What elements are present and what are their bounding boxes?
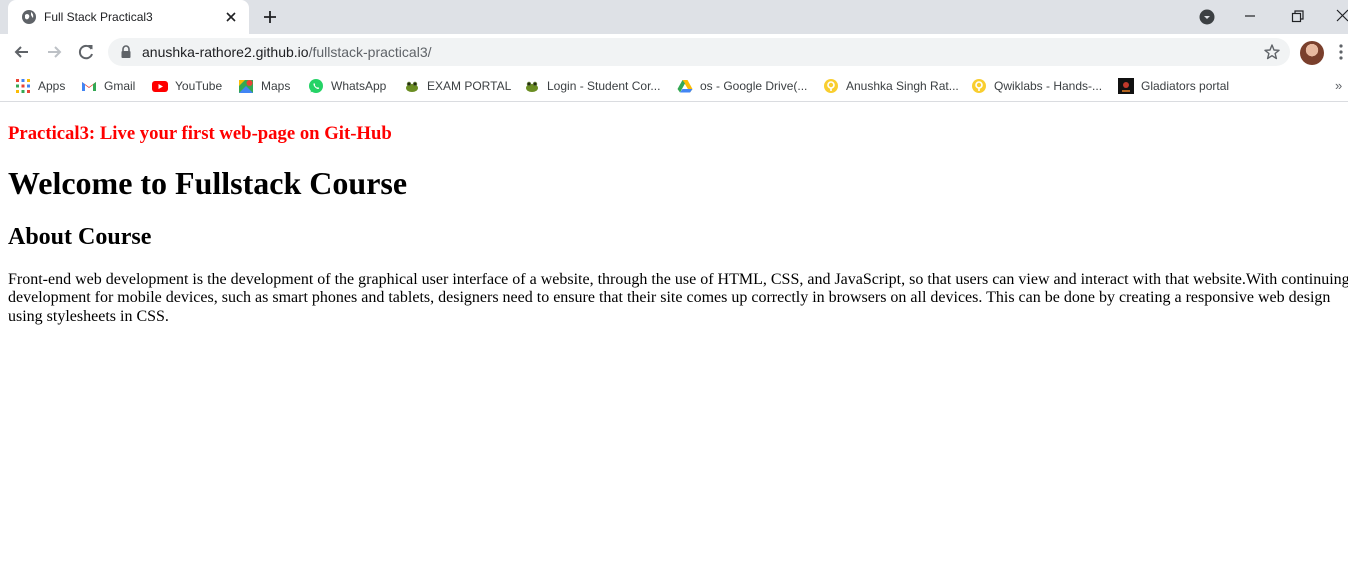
- google-drive-icon: [677, 80, 693, 93]
- bookmark-star-icon[interactable]: [1263, 43, 1281, 61]
- kebab-menu-icon[interactable]: [1338, 44, 1344, 60]
- minimize-icon[interactable]: [1238, 5, 1262, 27]
- url-text[interactable]: anushka-rathore2.github.io/fullstack-pra…: [142, 44, 432, 60]
- bookmark-google-drive[interactable]: os - Google Drive(...: [677, 76, 807, 96]
- bookmark-label: Anushka Singh Rat...: [846, 79, 959, 93]
- qwiklabs-icon: [824, 79, 838, 93]
- url-path: /fullstack-practical3/: [308, 44, 432, 60]
- address-bar[interactable]: anushka-rathore2.github.io/fullstack-pra…: [108, 38, 1290, 66]
- bookmark-label: EXAM PORTAL: [427, 79, 512, 93]
- course-description: Front-end web development is the develop…: [8, 271, 1348, 325]
- maps-icon: [239, 80, 253, 93]
- bookmark-gladiators[interactable]: Gladiators portal: [1118, 76, 1229, 96]
- url-host: anushka-rathore2.github.io: [142, 44, 309, 60]
- back-arrow-icon[interactable]: [12, 42, 32, 62]
- new-tab-plus-icon[interactable]: [261, 8, 279, 26]
- close-icon[interactable]: [223, 9, 239, 25]
- bookmarks-bar: Apps Gmail YouTube Maps WhatsApp EXAM PO…: [0, 70, 1348, 102]
- bookmark-login-student[interactable]: Login - Student Cor...: [524, 76, 660, 96]
- reload-icon[interactable]: [76, 42, 96, 62]
- bookmark-apps[interactable]: Apps: [15, 76, 65, 96]
- frog-icon: [526, 81, 538, 92]
- bookmark-label: WhatsApp: [331, 79, 387, 93]
- apps-grid-icon: [16, 79, 30, 93]
- whatsapp-icon: [309, 79, 323, 93]
- tab-title: Full Stack Practical3: [44, 10, 153, 24]
- profile-avatar[interactable]: [1300, 41, 1324, 65]
- bookmark-gmail[interactable]: Gmail: [81, 76, 135, 96]
- qwiklabs-icon: [972, 79, 986, 93]
- gmail-icon: [82, 82, 96, 91]
- bookmark-label: Qwiklabs - Hands-...: [994, 79, 1103, 93]
- browser-tab[interactable]: Full Stack Practical3: [8, 0, 249, 34]
- bookmark-label: Apps: [38, 79, 66, 93]
- browser-toolbar: anushka-rathore2.github.io/fullstack-pra…: [0, 34, 1348, 70]
- tab-strip: Full Stack Practical3: [0, 0, 1348, 34]
- bookmark-label: os - Google Drive(...: [700, 79, 808, 93]
- frog-icon: [406, 81, 418, 92]
- youtube-icon: [152, 81, 168, 92]
- bookmark-label: YouTube: [175, 79, 223, 93]
- bookmark-anushka-singh[interactable]: Anushka Singh Rat...: [823, 76, 959, 96]
- bookmark-label: Gmail: [104, 79, 136, 93]
- bookmark-youtube[interactable]: YouTube: [152, 76, 222, 96]
- window-close-icon[interactable]: [1330, 5, 1348, 27]
- tab-search-icon[interactable]: [1199, 9, 1215, 25]
- bookmark-maps[interactable]: Maps: [238, 76, 290, 96]
- lock-icon[interactable]: [120, 45, 132, 59]
- forward-arrow-icon[interactable]: [44, 42, 64, 62]
- about-heading: About Course: [8, 224, 152, 250]
- bookmark-label: Maps: [261, 79, 291, 93]
- main-heading: Welcome to Fullstack Course: [8, 165, 408, 201]
- restore-icon[interactable]: [1285, 5, 1309, 27]
- bookmark-label: Gladiators portal: [1141, 79, 1230, 93]
- bookmark-exam-portal[interactable]: EXAM PORTAL: [404, 76, 511, 96]
- bookmark-qwiklabs[interactable]: Qwiklabs - Hands-...: [971, 76, 1102, 96]
- gladiators-icon: [1118, 78, 1134, 94]
- bookmark-label: Login - Student Cor...: [547, 79, 661, 93]
- practical-heading: Practical3: Live your first web-page on …: [8, 123, 392, 144]
- bookmarks-overflow-chevron-icon[interactable]: »: [1335, 78, 1342, 93]
- bookmark-whatsapp[interactable]: WhatsApp: [308, 76, 386, 96]
- globe-icon: [22, 10, 36, 24]
